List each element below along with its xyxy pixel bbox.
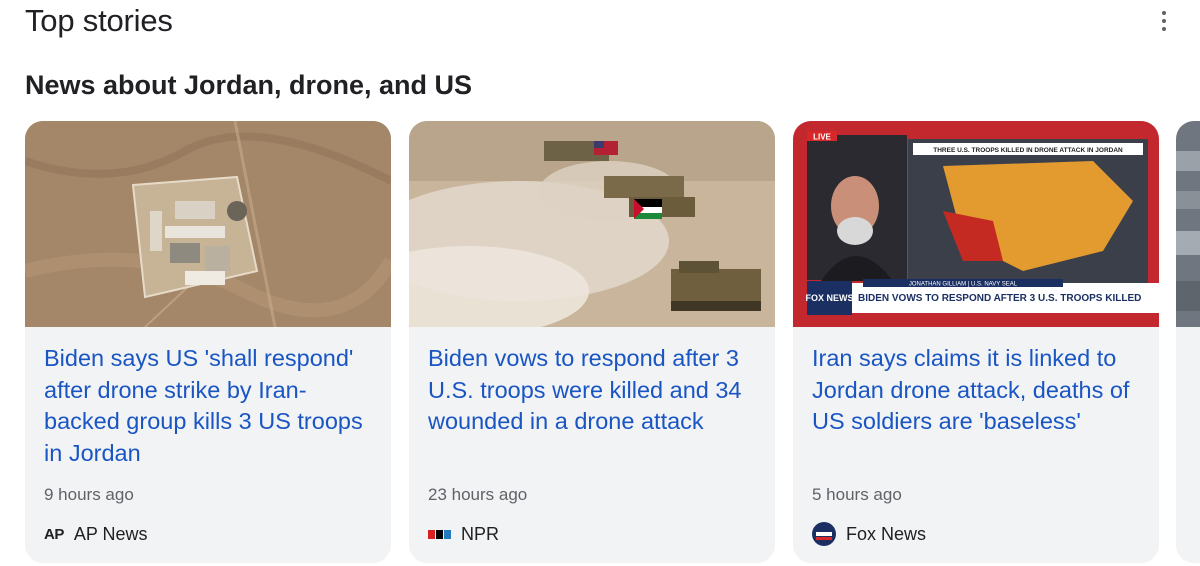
news-thumbnail-satellite [25,121,391,327]
fox-news-logo: FOX NEWS [805,293,853,303]
news-thumbnail-tanks [409,121,775,327]
npr-logo-icon [428,529,451,539]
news-source[interactable]: NPR [428,521,499,547]
news-headline-link[interactable]: Biden says US 'shall respond' after dron… [44,343,379,469]
news-timestamp: 23 hours ago [428,485,528,504]
more-vert-icon[interactable] [1150,8,1178,36]
source-name: NPR [461,523,500,544]
fox-news-logo-icon [812,522,836,546]
map-title: THREE U.S. TROOPS KILLED IN DRONE ATTACK… [933,147,1123,154]
news-thumbnail-partial [1176,121,1200,327]
news-headline-link[interactable]: Biden vows to respond after 3 U.S. troop… [428,343,763,438]
live-badge: LIVE [813,133,831,142]
page-title: Top stories [25,3,173,38]
news-ticker: BIDEN VOWS TO RESPOND AFTER 3 U.S. TROOP… [858,293,1141,304]
guest-caption: JONATHAN GILLIAM | U.S. NAVY SEAL [909,282,1018,288]
source-name: AP News [73,523,148,544]
source-name: Fox News [846,523,927,544]
news-source[interactable]: Fox News [812,521,926,547]
news-thumbnail-broadcast: LIVE THREE U.S. TROOPS KILLED IN DRONE A… [793,121,1159,327]
news-timestamp: 9 hours ago [44,485,134,504]
news-source[interactable]: AP AP News [44,521,148,547]
news-headline-link[interactable]: Iran says claims it is linked to Jordan … [812,343,1147,438]
ap-logo-icon: AP [44,525,64,543]
news-card-partial[interactable] [1176,121,1200,563]
news-card[interactable]: Biden vows to respond after 3 U.S. troop… [409,121,775,563]
news-card[interactable]: Biden says US 'shall respond' after dron… [25,121,391,563]
news-card[interactable]: LIVE THREE U.S. TROOPS KILLED IN DRONE A… [793,121,1159,563]
news-timestamp: 5 hours ago [812,485,902,504]
section-heading: News about Jordan, drone, and US [25,70,473,100]
